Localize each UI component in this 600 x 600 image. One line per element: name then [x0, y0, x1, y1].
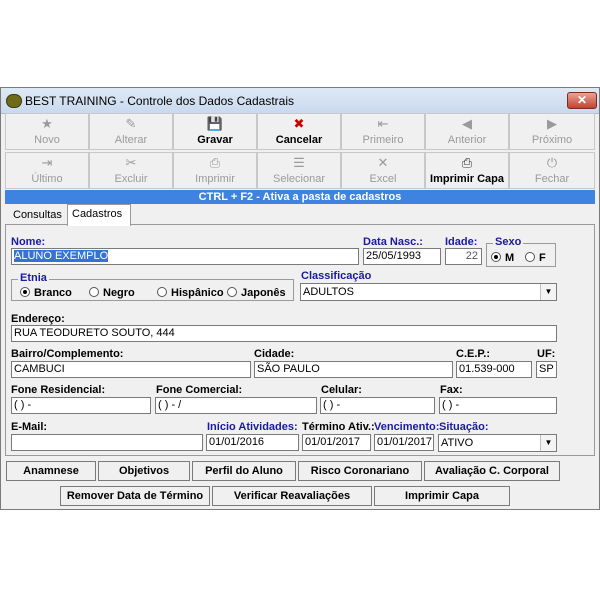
cancelar-button[interactable]: ✖ Cancelar [257, 113, 341, 150]
situacao-label: Situação: [439, 421, 489, 433]
termino-field[interactable]: 01/01/2017 [302, 434, 371, 451]
sexo-label: Sexo [493, 236, 524, 248]
bairro-label: Bairro/Complemento: [11, 348, 124, 360]
etnia-japones-radio[interactable]: Japonês [227, 286, 286, 299]
new-icon: ★ [41, 116, 53, 131]
imprimir-capa-toolbar-button[interactable]: ⎙ Imprimir Capa [425, 152, 509, 189]
risco-coronariano-button[interactable]: Risco Coronariano [298, 461, 422, 481]
uf-label: UF: [537, 348, 556, 360]
print-cover-icon: ⎙ [461, 155, 473, 170]
nome-label: Nome: [11, 236, 46, 248]
inicio-field[interactable]: 01/01/2016 [206, 434, 299, 451]
select-icon: ☰ [293, 155, 305, 170]
fax-label: Fax: [440, 384, 463, 396]
etnia-hispanico-radio[interactable]: Hispânico [157, 286, 224, 299]
fone-residencial-field[interactable]: ( ) - [11, 397, 151, 414]
idade-field: 22 [445, 248, 482, 265]
cidade-label: Cidade: [254, 348, 295, 360]
endereco-label: Endereço: [11, 313, 65, 325]
classificacao-select[interactable]: ADULTOS ▼ [300, 283, 557, 301]
next-icon: ▶ [547, 116, 557, 131]
cancel-icon: ✖ [293, 116, 305, 131]
radio-icon [157, 287, 167, 297]
termino-label: Término Ativ.: [302, 421, 375, 433]
chevron-down-icon: ▼ [540, 284, 556, 300]
data-nasc-field[interactable]: 25/05/1993 [363, 248, 441, 265]
delete-icon: ✂ [125, 155, 137, 170]
avaliacao-corporal-button[interactable]: Avaliação C. Corporal [424, 461, 560, 481]
chevron-down-icon: ▼ [540, 435, 556, 451]
radio-selected-icon [491, 252, 501, 262]
remover-data-termino-button[interactable]: Remover Data de Término [60, 486, 210, 506]
cep-field[interactable]: 01.539-000 [456, 361, 532, 378]
classificacao-label: Classificação [301, 270, 372, 282]
app-logo-icon [6, 94, 22, 108]
fone-residencial-label: Fone Residencial: [11, 384, 106, 396]
idade-label: Idade: [445, 236, 478, 248]
nome-value: ALUNO EXEMPLO [14, 250, 109, 262]
endereco-field[interactable]: RUA TEODURETO SOUTO, 444 [11, 325, 557, 342]
excluir-button[interactable]: ✂ Excluir [89, 152, 173, 189]
email-field[interactable] [11, 434, 203, 451]
alterar-button[interactable]: ✎ Alterar [89, 113, 173, 150]
nome-field[interactable]: ALUNO EXEMPLO [11, 248, 359, 265]
edit-icon: ✎ [125, 116, 137, 131]
data-nasc-label: Data Nasc.: [363, 236, 423, 248]
previous-icon: ◀ [462, 116, 472, 131]
anamnese-button[interactable]: Anamnese [6, 461, 96, 481]
bairro-field[interactable]: CAMBUCI [11, 361, 251, 378]
toolbar-row-2: ⇥ Último ✂ Excluir ⎙ Imprimir ☰ Selecionar ✕… [5, 152, 595, 189]
perfil-aluno-button[interactable]: Perfil do Aluno [192, 461, 296, 481]
ultimo-button[interactable]: ⇥ Último [5, 152, 89, 189]
cidade-field[interactable]: SÃO PAULO [254, 361, 453, 378]
fone-comercial-label: Fone Comercial: [156, 384, 243, 396]
shortcut-hint-bar: CTRL + F2 - Ativa a pasta de cadastros [5, 190, 595, 204]
sexo-m-radio[interactable]: M [491, 251, 514, 264]
novo-button[interactable]: ★ Novo [5, 113, 89, 150]
fone-comercial-field[interactable]: ( ) - / [155, 397, 317, 414]
radio-icon [89, 287, 99, 297]
toolbar-row-1: ★ Novo ✎ Alterar 💾 Gravar ✖ Cancelar ⇤ Primei… [5, 113, 595, 150]
window-title: BEST TRAINING - Controle dos Dados Cadas… [25, 94, 294, 108]
sexo-f-radio[interactable]: F [525, 251, 546, 264]
etnia-label: Etnia [18, 272, 49, 284]
excel-icon: ✕ [377, 155, 389, 170]
exit-icon: ⏻ [546, 155, 558, 170]
title-bar: BEST TRAINING - Controle dos Dados Cadas… [1, 88, 599, 114]
celular-label: Celular: [321, 384, 362, 396]
uf-field[interactable]: SP [536, 361, 557, 378]
imprimir-button[interactable]: ⎙ Imprimir [173, 152, 257, 189]
radio-icon [227, 287, 237, 297]
radio-icon [525, 252, 535, 262]
primeiro-button[interactable]: ⇤ Primeiro [341, 113, 425, 150]
verificar-reavaliacoes-button[interactable]: Verificar Reavaliações [212, 486, 372, 506]
imprimir-capa-button[interactable]: Imprimir Capa [374, 486, 510, 506]
celular-field[interactable]: ( ) - [320, 397, 435, 414]
etnia-branco-radio[interactable]: Branco [20, 286, 72, 299]
close-button[interactable]: ✕ [567, 92, 597, 109]
last-icon: ⇥ [41, 155, 53, 170]
gravar-button[interactable]: 💾 Gravar [173, 113, 257, 150]
etnia-negro-radio[interactable]: Negro [89, 286, 135, 299]
first-icon: ⇤ [377, 116, 389, 131]
vencimento-field[interactable]: 01/01/2017 [374, 434, 434, 451]
objetivos-button[interactable]: Objetivos [98, 461, 190, 481]
fechar-button[interactable]: ⏻ Fechar [509, 152, 595, 189]
email-label: E-Mail: [11, 421, 48, 433]
inicio-label: Início Atividades: [207, 421, 298, 433]
proximo-button[interactable]: ▶ Próximo [509, 113, 595, 150]
fax-field[interactable]: ( ) - [439, 397, 557, 414]
excel-button[interactable]: ✕ Excel [341, 152, 425, 189]
vencimento-label: Vencimento: [374, 421, 440, 433]
tab-cadastros[interactable]: Cadastros [67, 204, 131, 226]
situacao-select[interactable]: ATIVO ▼ [438, 434, 557, 452]
selecionar-button[interactable]: ☰ Selecionar [257, 152, 341, 189]
print-icon: ⎙ [209, 155, 221, 170]
cep-label: C.E.P.: [456, 348, 491, 360]
save-icon: 💾 [206, 116, 224, 131]
radio-selected-icon [20, 287, 30, 297]
anterior-button[interactable]: ◀ Anterior [425, 113, 509, 150]
